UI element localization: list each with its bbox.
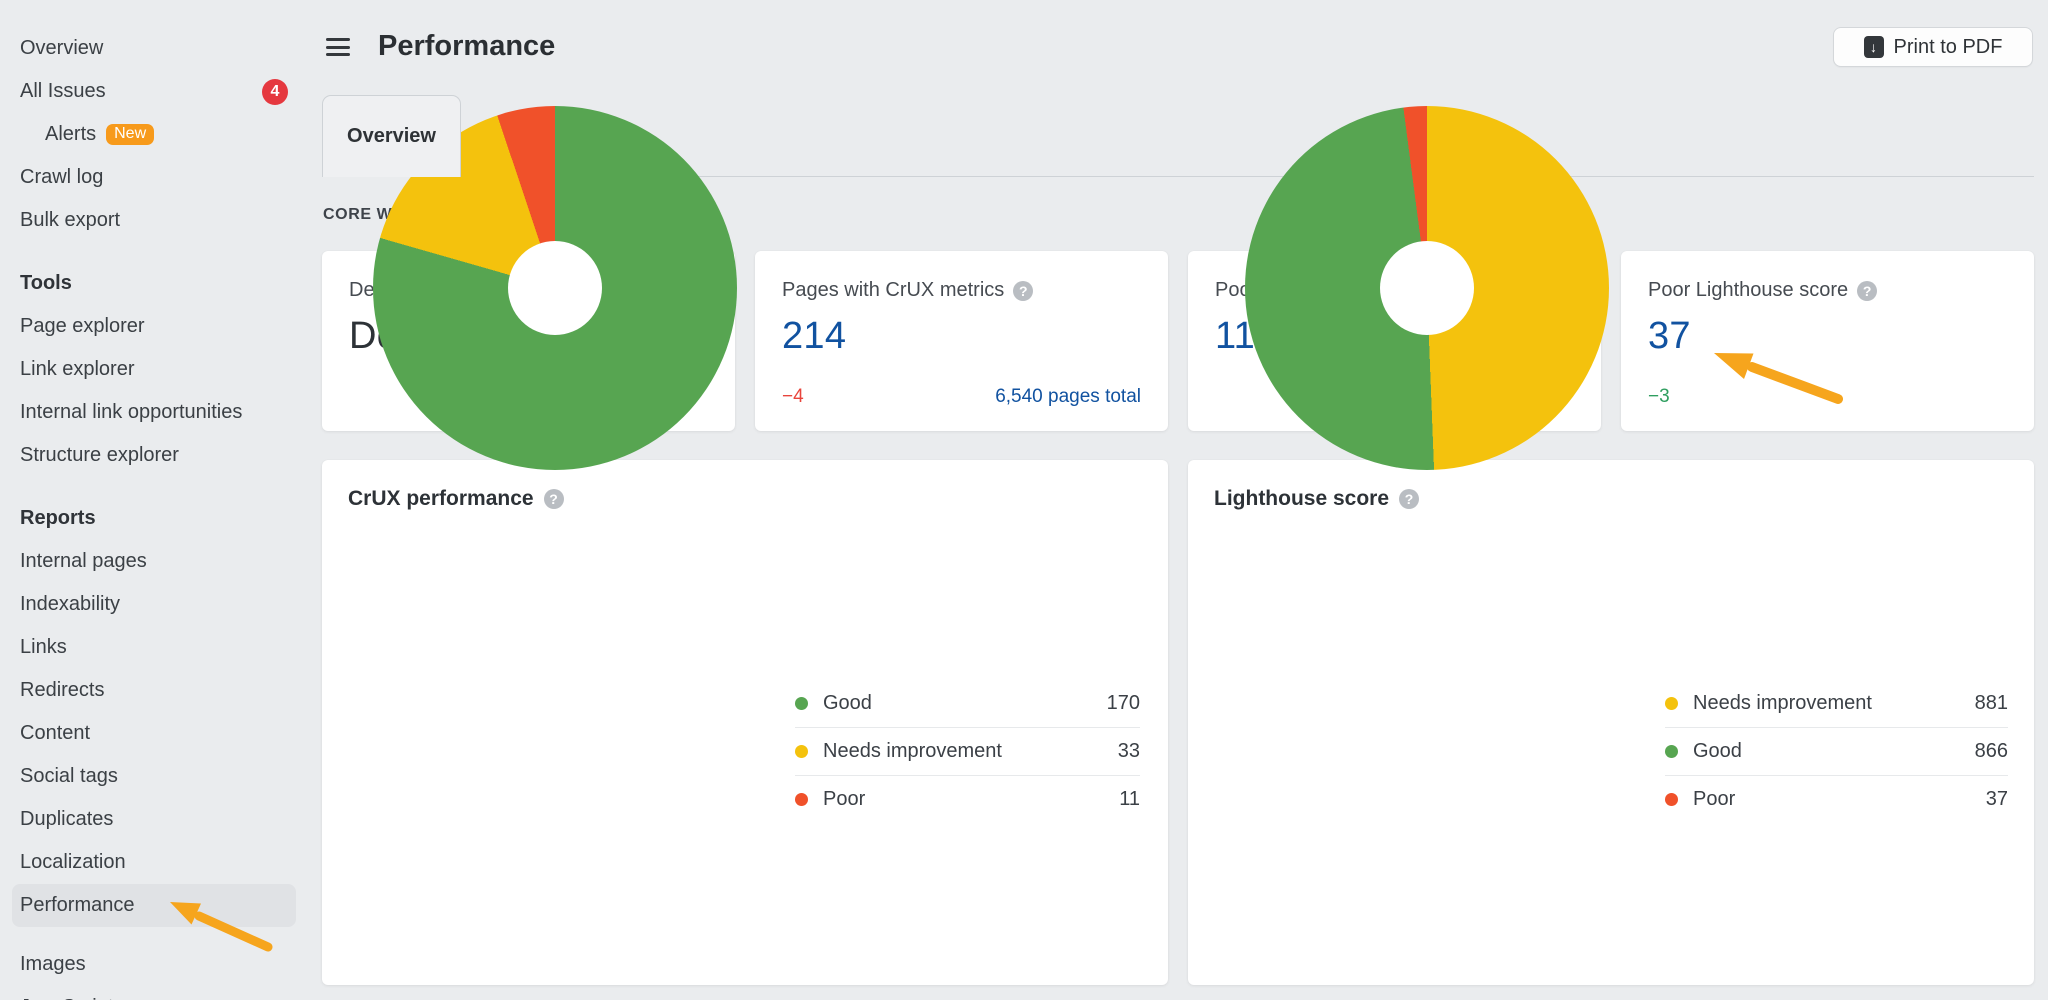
legend-row-needs-improvement[interactable]: Needs improvement 33 (795, 727, 1140, 775)
poor-lighthouse-delta: −3 (1648, 386, 1670, 408)
sidebar-section-reports: Reports (12, 497, 296, 540)
legend-value: 11 (1119, 788, 1140, 811)
sidebar-item-internal-link-opportunities[interactable]: Internal link opportunities (12, 391, 296, 434)
good-dot-icon (1665, 745, 1678, 758)
sidebar-item-images[interactable]: Images (12, 943, 296, 986)
sidebar-item-label: All Issues (20, 80, 106, 103)
crux-chart-title: CrUX performance (348, 487, 534, 511)
performance-report-page: Overview All Issues 4 Alerts New Crawl l… (0, 0, 2048, 1000)
help-icon[interactable]: ? (544, 489, 564, 509)
sidebar-item-overview[interactable]: Overview (12, 27, 296, 70)
tab-overview[interactable]: Overview (322, 95, 461, 177)
issues-count-badge: 4 (262, 79, 288, 105)
sidebar-item-label: Localization (20, 851, 126, 874)
pages-total-link[interactable]: 6,540 pages total (995, 386, 1141, 408)
legend-row-poor[interactable]: Poor 11 (795, 775, 1140, 823)
needs-improvement-dot-icon (1665, 697, 1678, 710)
sidebar-item-label: Link explorer (20, 358, 135, 381)
crux-metrics-delta: −4 (782, 386, 804, 408)
sidebar-item-alerts[interactable]: Alerts New (12, 113, 296, 156)
sidebar-item-label: Overview (20, 37, 103, 60)
legend-value: 881 (1975, 692, 2008, 715)
menu-toggle-icon[interactable] (326, 38, 350, 56)
sidebar-item-label: Social tags (20, 765, 118, 788)
donut-hole (508, 241, 602, 335)
sidebar-item-label: Redirects (20, 679, 104, 702)
legend-value: 37 (1986, 788, 2008, 811)
sidebar-item-all-issues[interactable]: All Issues 4 (12, 70, 296, 113)
crux-metrics-value[interactable]: 214 (782, 315, 1141, 358)
file-download-icon: ↓ (1864, 36, 1884, 58)
sidebar-item-label: Internal pages (20, 550, 147, 573)
sidebar-item-performance[interactable]: Performance (12, 884, 296, 927)
legend-value: 33 (1118, 740, 1140, 763)
crux-metrics-card-label: Pages with CrUX metrics (782, 279, 1004, 302)
sidebar-item-redirects[interactable]: Redirects (12, 669, 296, 712)
legend-row-poor[interactable]: Poor 37 (1665, 775, 2008, 823)
sidebar-item-label: Duplicates (20, 808, 113, 831)
sidebar-item-label: Indexability (20, 593, 120, 616)
legend-value: 866 (1975, 740, 2008, 763)
sidebar-item-label: Performance (20, 894, 135, 917)
new-badge: New (106, 124, 154, 145)
good-dot-icon (795, 697, 808, 710)
help-icon[interactable]: ? (1857, 281, 1877, 301)
sidebar-item-label: Links (20, 636, 67, 659)
tab-overview-label: Overview (347, 125, 436, 148)
sidebar-item-indexability[interactable]: Indexability (12, 583, 296, 626)
poor-dot-icon (1665, 793, 1678, 806)
sidebar-item-label: Crawl log (20, 166, 103, 189)
print-to-pdf-label: Print to PDF (1894, 36, 2003, 59)
legend-label: Needs improvement (823, 740, 1002, 763)
sidebar-item-links[interactable]: Links (12, 626, 296, 669)
sidebar-item-internal-pages[interactable]: Internal pages (12, 540, 296, 583)
sidebar-item-crawl-log[interactable]: Crawl log (12, 156, 296, 199)
sidebar-item-label: JavaScript (20, 996, 113, 1000)
poor-lighthouse-value[interactable]: 37 (1648, 315, 2007, 358)
sidebar-item-bulk-export[interactable]: Bulk export (12, 199, 296, 242)
crux-performance-legend: Good 170 Needs improvement 33 Poor 11 (795, 679, 1140, 823)
sidebar-item-structure-explorer[interactable]: Structure explorer (12, 434, 296, 477)
page-title: Performance (378, 30, 555, 63)
lighthouse-score-donut-chart[interactable] (1245, 106, 1609, 470)
lighthouse-score-legend: Needs improvement 881 Good 866 Poor 37 (1665, 679, 2008, 823)
sidebar-item-localization[interactable]: Localization (12, 841, 296, 884)
legend-label: Poor (823, 788, 865, 811)
print-to-pdf-button[interactable]: ↓ Print to PDF (1833, 27, 2033, 67)
needs-improvement-dot-icon (795, 745, 808, 758)
sidebar-item-javascript[interactable]: JavaScript (12, 986, 296, 1000)
sidebar-item-label: Page explorer (20, 315, 145, 338)
sidebar-item-social-tags[interactable]: Social tags (12, 755, 296, 798)
help-icon[interactable]: ? (1399, 489, 1419, 509)
lighthouse-chart-title: Lighthouse score (1214, 487, 1389, 511)
legend-label: Good (1693, 740, 1742, 763)
sidebar-item-label: Bulk export (20, 209, 120, 232)
legend-label: Poor (1693, 788, 1735, 811)
legend-label: Needs improvement (1693, 692, 1872, 715)
sidebar-item-link-explorer[interactable]: Link explorer (12, 348, 296, 391)
help-icon[interactable]: ? (1013, 281, 1033, 301)
sidebar-item-duplicates[interactable]: Duplicates (12, 798, 296, 841)
legend-value: 170 (1107, 692, 1140, 715)
sidebar-item-label: Structure explorer (20, 444, 179, 467)
poor-lighthouse-card-label: Poor Lighthouse score (1648, 279, 1848, 302)
poor-dot-icon (795, 793, 808, 806)
sidebar-item-content[interactable]: Content (12, 712, 296, 755)
pages-with-crux-metrics-card: Pages with CrUX metrics ? 214 −4 6,540 p… (755, 251, 1168, 431)
sidebar-item-label: Content (20, 722, 90, 745)
donut-hole (1380, 241, 1474, 335)
sidebar-item-label: Images (20, 953, 86, 976)
legend-label: Good (823, 692, 872, 715)
legend-row-good[interactable]: Good 866 (1665, 727, 2008, 775)
sidebar: Overview All Issues 4 Alerts New Crawl l… (0, 0, 310, 1000)
legend-row-good[interactable]: Good 170 (795, 679, 1140, 727)
sidebar-item-label: Internal link opportunities (20, 401, 242, 424)
sidebar-section-tools: Tools (12, 262, 296, 305)
poor-lighthouse-score-card: Poor Lighthouse score ? 37 −3 (1621, 251, 2034, 431)
sidebar-item-page-explorer[interactable]: Page explorer (12, 305, 296, 348)
legend-row-needs-improvement[interactable]: Needs improvement 881 (1665, 679, 2008, 727)
sidebar-item-label: Alerts (45, 123, 96, 146)
